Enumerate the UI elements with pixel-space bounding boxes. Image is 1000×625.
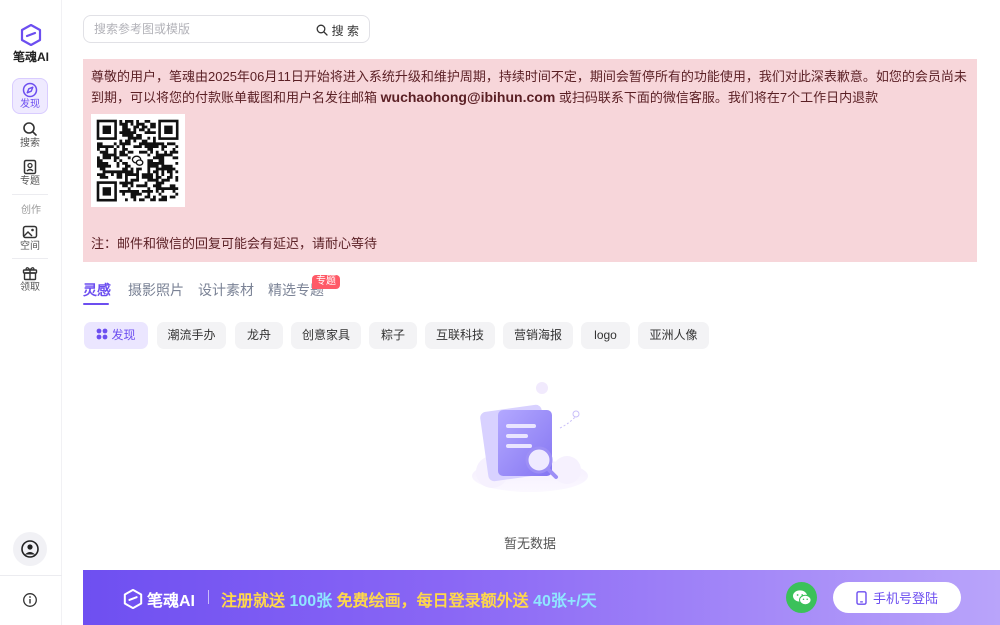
chip-label: 发现 xyxy=(111,328,136,342)
wechat-icon xyxy=(792,589,812,605)
search-button-label: 搜 索 xyxy=(331,23,359,38)
sidebar-item-label: 专题 xyxy=(20,176,40,187)
sidebar-item-label: 领取 xyxy=(20,282,40,293)
search-input[interactable] xyxy=(94,20,304,38)
sidebar-section-label: 创作 xyxy=(21,205,41,216)
search-icon xyxy=(316,24,328,36)
brand-logo-icon xyxy=(123,589,143,609)
notice-note: 注：邮件和微信的回复可能会有延迟，请耐心等待 xyxy=(91,236,378,251)
notice-text-after: 或扫码联系下面的微信客服。我们将在7个工作日内退款 xyxy=(555,90,879,105)
chip-discover[interactable]: 发现 xyxy=(84,322,148,349)
tab-inspiration[interactable]: 灵感 xyxy=(83,280,111,300)
sidebar-item-topics[interactable]: 专题 xyxy=(12,156,48,192)
tab-photography[interactable]: 摄影照片 xyxy=(128,280,184,300)
sidebar-divider xyxy=(12,194,48,195)
brand-logo-icon xyxy=(20,24,42,46)
chip-item[interactable]: 潮流手办 xyxy=(157,322,226,349)
chip-item[interactable]: 粽子 xyxy=(369,322,417,349)
brand-name: 笔魂AI xyxy=(12,50,49,64)
info-icon[interactable] xyxy=(22,592,38,608)
phone-login-label: 手机号登陆 xyxy=(872,591,938,606)
sidebar-item-label: 空间 xyxy=(20,241,40,252)
sidebar-divider xyxy=(12,258,48,259)
grid-icon xyxy=(97,328,108,340)
search-bar: 搜 索 xyxy=(83,15,370,43)
user-icon xyxy=(21,540,39,558)
tab-design-assets[interactable]: 设计素材 xyxy=(198,280,254,300)
banner-brand-name: 笔魂AI xyxy=(147,593,196,610)
search-button[interactable]: 搜 索 xyxy=(316,21,359,39)
active-tab-underline xyxy=(83,303,109,305)
wechat-qr-code xyxy=(91,114,185,207)
banner-divider xyxy=(208,590,209,604)
notice-email[interactable]: wuchaohong@ibihun.com xyxy=(381,89,556,105)
bookmark-icon xyxy=(23,159,37,175)
sidebar-item-space[interactable]: 空间 xyxy=(12,221,48,257)
empty-state-illustration xyxy=(472,382,588,492)
promo-text: 注册就送 100张 免费绘画，每日登录额外送 40张+/天 xyxy=(221,587,597,611)
sidebar-item-search[interactable]: 搜索 xyxy=(12,118,48,154)
banner-logo: 笔魂AI xyxy=(123,587,195,611)
brand-logo[interactable]: 笔魂AI xyxy=(0,24,62,65)
chip-item[interactable]: 亚洲人像 xyxy=(638,322,709,349)
user-avatar[interactable] xyxy=(13,532,47,566)
promo-highlight2: 40张+/天 xyxy=(533,593,597,610)
sidebar: 笔魂AI 发现 搜索 专题 创作 空间 领取 xyxy=(0,0,62,625)
compass-icon xyxy=(22,82,38,98)
chip-item[interactable]: 龙舟 xyxy=(235,322,283,349)
notice-message: 尊敬的用户，笔魂由2025年06月11日开始将进入系统升级和维护周期，持续时间不… xyxy=(91,67,967,108)
promo-highlight1: 100张 xyxy=(289,593,333,610)
wechat-login-button[interactable] xyxy=(786,582,817,613)
phone-login-button[interactable]: 手机号登陆 xyxy=(833,582,961,613)
search-icon xyxy=(23,122,37,136)
qr-code-graphic xyxy=(96,119,179,202)
maintenance-notice: 尊敬的用户，笔魂由2025年06月11日开始将进入系统升级和维护周期，持续时间不… xyxy=(83,59,977,262)
promo-part2: 免费绘画，每日登录额外送 xyxy=(332,593,534,610)
phone-icon xyxy=(856,590,867,605)
sidebar-bottom-divider xyxy=(0,575,62,576)
chip-item[interactable]: 互联科技 xyxy=(425,322,495,349)
sidebar-item-label: 发现 xyxy=(20,99,40,110)
promo-part1: 注册就送 xyxy=(221,593,290,610)
image-icon xyxy=(22,225,38,239)
sidebar-item-discover[interactable]: 发现 xyxy=(12,78,48,114)
topic-badge: 专题 xyxy=(312,275,340,289)
gift-icon xyxy=(22,267,38,281)
promo-banner: 笔魂AI 注册就送 100张 免费绘画，每日登录额外送 40张+/天 手机号登陆 xyxy=(83,570,1000,625)
sidebar-item-claim[interactable]: 领取 xyxy=(12,262,48,298)
chip-item[interactable]: logo xyxy=(581,322,630,349)
sidebar-item-label: 搜索 xyxy=(20,138,40,149)
chip-item[interactable]: 创意家具 xyxy=(291,322,361,349)
chip-item[interactable]: 营销海报 xyxy=(503,322,573,349)
empty-state-text: 暂无数据 xyxy=(503,536,556,551)
